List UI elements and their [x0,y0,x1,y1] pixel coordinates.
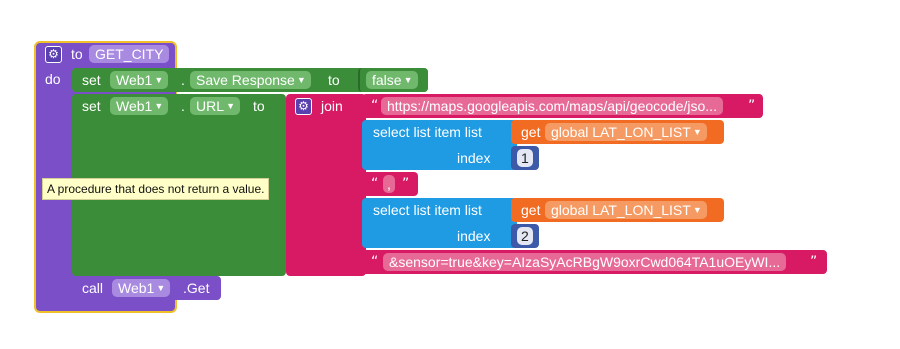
select-list-item-label: select list item list [373,202,482,218]
index-label: index [457,150,491,166]
procedure-name-field[interactable]: GET_CITY [89,45,170,63]
variable-dropdown-value: global LAT_LON_LIST [551,124,691,140]
close-quote: ” [748,98,756,114]
open-quote: “ [371,176,379,192]
join-block[interactable] [286,94,366,276]
open-quote: “ [371,98,379,114]
to-label: to [253,98,265,114]
number-field[interactable]: 1 [517,149,533,167]
sensor-text-field[interactable]: &sensor=true&key=AIzaSyAcRBgW9oxrCwd064T… [383,253,787,271]
chevron-down-icon: ▼ [403,75,413,85]
property-dropdown[interactable]: URL ▼ [190,97,241,115]
select-list-item-label: select list item list [373,124,482,140]
procedure-do-label: do [45,71,61,87]
chevron-down-icon: ▼ [154,75,164,85]
tooltip-text: A procedure that does not return a value… [47,182,265,196]
chevron-down-icon: ▼ [692,127,702,137]
method-label: .Get [183,280,210,296]
number-field[interactable]: 2 [517,227,533,245]
set-label: set [82,98,101,114]
component-dropdown[interactable]: Web1 ▼ [110,97,169,115]
component-dropdown[interactable]: Web1 ▼ [110,71,169,89]
get-label: get [521,124,541,140]
to-label: to [328,72,340,88]
property-dropdown-value: URL [196,98,225,114]
url-text-field[interactable]: https://maps.googleapis.com/maps/api/geo… [381,97,723,115]
dot-label: . [181,98,185,114]
procedure-to-label: to [71,46,83,62]
false-dropdown[interactable]: false ▼ [366,71,418,89]
variable-dropdown[interactable]: global LAT_LON_LIST ▼ [545,201,707,219]
join-label: join [321,98,343,114]
variable-dropdown-value: global LAT_LON_LIST [551,202,691,218]
close-quote: ” [402,176,410,192]
gear-icon[interactable]: ⚙ [295,98,312,115]
component-dropdown-value: Web1 [116,72,153,88]
gear-icon[interactable]: ⚙ [45,46,62,63]
call-label: call [82,280,104,296]
component-dropdown-value: Web1 [116,98,153,114]
dot-label: . [181,72,185,88]
component-dropdown-value: Web1 [118,280,155,296]
tooltip: A procedure that does not return a value… [42,178,270,200]
get-label: get [521,202,541,218]
property-dropdown[interactable]: Save Response ▼ [190,71,311,89]
chevron-down-icon: ▼ [154,101,164,111]
chevron-down-icon: ▼ [156,283,166,293]
component-dropdown[interactable]: Web1 ▼ [112,279,171,297]
chevron-down-icon: ▼ [692,205,702,215]
chevron-down-icon: ▼ [226,101,236,111]
false-dropdown-value: false [372,72,402,88]
chevron-down-icon: ▼ [296,75,306,85]
property-dropdown-value: Save Response [196,72,295,88]
set-label: set [82,72,101,88]
open-quote: “ [371,254,379,270]
close-quote: ” [810,254,818,270]
index-label: index [457,228,491,244]
comma-text-field[interactable]: , [383,175,395,193]
variable-dropdown[interactable]: global LAT_LON_LIST ▼ [545,123,707,141]
